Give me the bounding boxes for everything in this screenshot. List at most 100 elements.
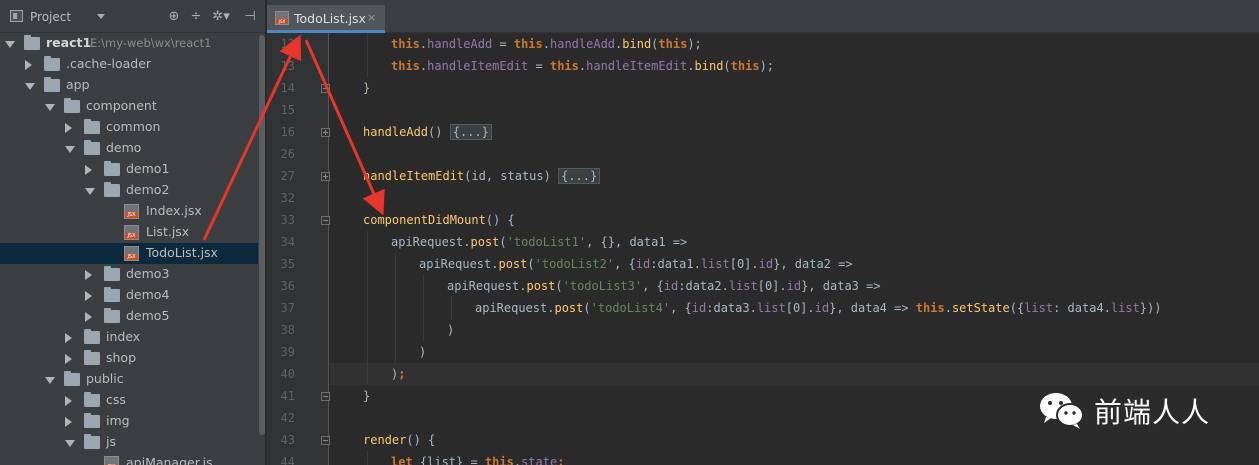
chevron-right-icon[interactable] [85, 270, 92, 280]
close-icon[interactable]: × [367, 11, 376, 24]
fold-expand-icon[interactable] [321, 128, 330, 137]
chevron-right-icon[interactable] [25, 60, 32, 70]
code-token: apiRequest. [391, 235, 471, 249]
chevron-down-icon[interactable] [97, 14, 105, 19]
code-token: apiRequest. [419, 257, 499, 271]
tree-folder-demo[interactable]: demo [0, 138, 258, 159]
code-line[interactable]: apiRequest.post('todoList2', {id:data1.l… [330, 253, 1259, 275]
code-line[interactable]: handleAdd() {...} [330, 121, 1259, 143]
settings-gear-icon[interactable]: ✲▾ [212, 9, 229, 25]
tree-folder-demo3[interactable]: demo3 [0, 264, 258, 285]
code-token: post [526, 279, 556, 293]
chevron-down-icon[interactable] [65, 440, 75, 447]
code-line[interactable]: handleItemEdit(id, status) {...} [330, 165, 1259, 187]
code-token: this [391, 37, 420, 51]
tree-folder-common[interactable]: common [0, 117, 258, 138]
code-token: {...} [558, 168, 601, 184]
code-line[interactable] [330, 187, 1259, 209]
tree-item-label: demo1 [126, 161, 170, 176]
chevron-down-icon[interactable] [5, 41, 15, 48]
tree-folder-demo5[interactable]: demo5 [0, 306, 258, 327]
tree-folder-demo4[interactable]: demo4 [0, 285, 258, 306]
chevron-down-icon[interactable] [45, 377, 55, 384]
tree-folder-demo2[interactable]: demo2 [0, 180, 258, 201]
code-line[interactable]: this.handleAdd = this.handleAdd.bind(thi… [330, 33, 1259, 55]
code-line[interactable]: apiRequest.post('todoList4', {id:data3.l… [330, 297, 1259, 319]
tree-folder-cacheloader[interactable]: .cache-loader [0, 54, 258, 75]
code-token: this [484, 455, 514, 465]
code-token: ( [723, 59, 731, 73]
tree-folder-react1[interactable]: react1 E:\my-web\wx\react1 [0, 33, 258, 54]
chevron-right-icon[interactable] [85, 312, 92, 322]
fold-expand-icon[interactable] [321, 172, 330, 181]
code-line[interactable]: let {list} = this.state; [330, 451, 1259, 465]
tree-folder-index[interactable]: index [0, 327, 258, 348]
tree-folder-demo1[interactable]: demo1 [0, 159, 258, 180]
code-line[interactable]: } [330, 77, 1259, 99]
code-token: }, data4 => [829, 301, 916, 315]
code-token: this [391, 59, 420, 73]
code-token: = [528, 59, 550, 73]
code-line[interactable]: ) [330, 319, 1259, 341]
indent-guide [395, 297, 396, 319]
chevron-right-icon[interactable] [65, 123, 72, 133]
tree-folder-css[interactable]: css [0, 390, 258, 411]
code-line[interactable]: apiRequest.post('todoList1', {}, data1 =… [330, 231, 1259, 253]
folder-icon [104, 266, 120, 281]
code-line[interactable]: componentDidMount() { [330, 209, 1259, 231]
chevron-down-icon[interactable] [65, 146, 75, 153]
code-line[interactable]: this.handleItemEdit = this.handleItemEdi… [330, 55, 1259, 77]
code-line[interactable] [330, 99, 1259, 121]
line-number: 14 [280, 81, 295, 95]
globe-sync-icon[interactable]: ⊕ [166, 9, 182, 25]
tree-file-indexjsx[interactable]: Index.jsx [0, 201, 258, 222]
code-token: {...} [449, 124, 492, 140]
watermark: 前端人人 [1038, 386, 1228, 434]
fold-collapse-icon[interactable] [321, 436, 330, 445]
line-number: 43 [280, 433, 295, 447]
code-token: handleAdd [550, 37, 616, 51]
project-scrollbar[interactable] [258, 33, 265, 465]
code-token: 'todoList3' [562, 279, 643, 293]
chevron-down-icon[interactable] [25, 83, 35, 90]
tree-folder-img[interactable]: img [0, 411, 258, 432]
fold-collapse-icon[interactable] [321, 84, 330, 93]
chevron-down-icon[interactable] [85, 188, 95, 195]
code-token: ( [527, 257, 535, 271]
tree-file-todolistjsx[interactable]: TodoList.jsx [0, 243, 258, 264]
scrollbar-thumb[interactable] [259, 35, 265, 435]
tree-file-listjsx[interactable]: List.jsx [0, 222, 258, 243]
chevron-right-icon[interactable] [65, 354, 72, 364]
tree-folder-component[interactable]: component [0, 96, 258, 117]
chevron-down-icon[interactable] [45, 104, 55, 111]
chevron-right-icon[interactable] [65, 417, 72, 427]
code-line[interactable]: ) [330, 341, 1259, 363]
chevron-right-icon[interactable] [85, 291, 92, 301]
project-view-title[interactable]: Project [30, 10, 71, 24]
code-token: [0]. [729, 257, 759, 271]
fold-collapse-icon[interactable] [321, 216, 330, 225]
tree-file-apimanagerjs[interactable]: apiManager.js [0, 453, 258, 465]
tree-item-label: shop [106, 350, 137, 365]
code-line[interactable]: ); [330, 363, 1259, 385]
tree-folder-js[interactable]: js [0, 432, 258, 453]
chevron-right-icon[interactable] [65, 333, 72, 343]
fold-collapse-icon[interactable] [321, 392, 330, 401]
tree-folder-shop[interactable]: shop [0, 348, 258, 369]
chevron-right-icon[interactable] [65, 396, 72, 406]
tree-folder-app[interactable]: app [0, 75, 258, 96]
chevron-right-icon[interactable] [85, 165, 92, 175]
collapse-all-icon[interactable]: ÷ [188, 9, 204, 25]
line-number: 40 [280, 367, 295, 381]
tree-item-label: apiManager.js [126, 455, 213, 465]
tree-folder-public[interactable]: public [0, 369, 258, 390]
code-line[interactable]: apiRequest.post('todoList3', {id:data2.l… [330, 275, 1259, 297]
indent-guide [367, 253, 368, 275]
code-line[interactable] [330, 143, 1259, 165]
hide-panel-icon[interactable]: ⊣ [242, 9, 258, 25]
indent-guide [367, 363, 368, 385]
jsx-file-icon [124, 246, 139, 261]
folder-icon [104, 308, 120, 323]
tab-todolist[interactable]: TodoList.jsx × [267, 5, 385, 33]
tree-item-label: List.jsx [146, 224, 190, 239]
